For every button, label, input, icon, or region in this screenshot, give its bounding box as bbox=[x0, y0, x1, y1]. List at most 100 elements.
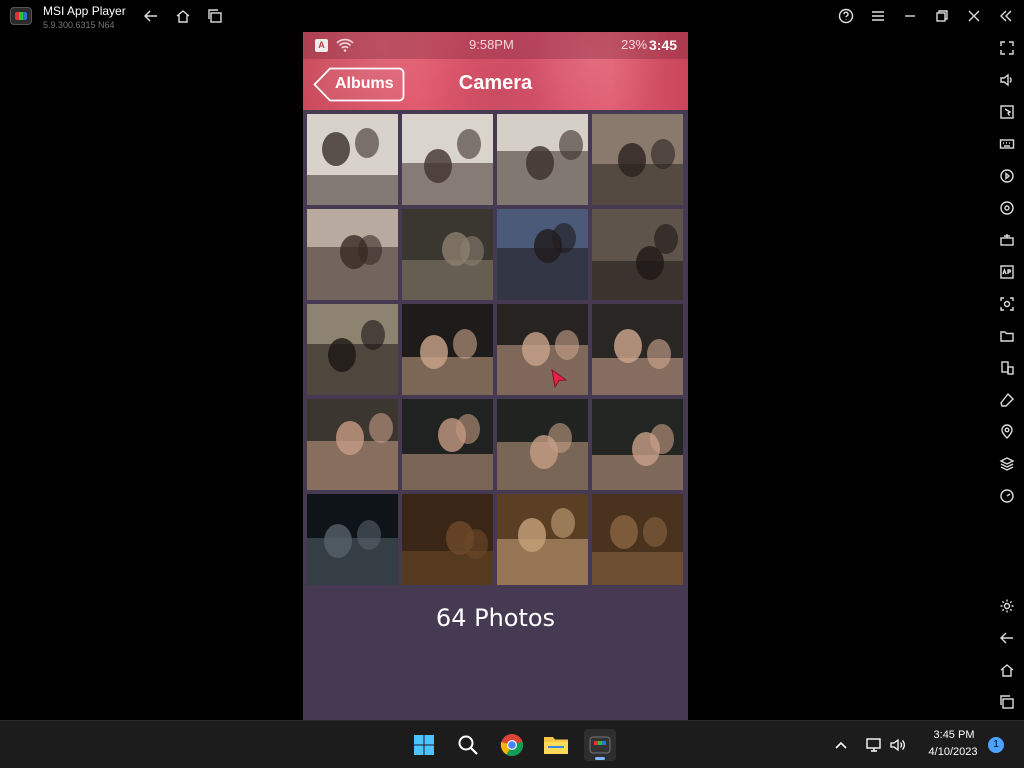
photo-shadow bbox=[402, 260, 493, 300]
photo-subject bbox=[358, 235, 382, 265]
folder-icon[interactable] bbox=[997, 326, 1017, 346]
photo-thumbnail[interactable] bbox=[497, 209, 588, 300]
msi-app-player-taskbar-icon[interactable] bbox=[584, 729, 616, 761]
android-recents-icon[interactable] bbox=[997, 692, 1017, 712]
menu-icon[interactable] bbox=[866, 4, 890, 28]
photo-thumbnail[interactable] bbox=[307, 209, 398, 300]
photo-thumbnail[interactable] bbox=[402, 494, 493, 585]
record-icon[interactable] bbox=[997, 166, 1017, 186]
photo-thumbnail[interactable] bbox=[592, 209, 683, 300]
photo-subject bbox=[361, 320, 385, 350]
screenshot-icon[interactable] bbox=[997, 294, 1017, 314]
photo-subject bbox=[369, 413, 393, 443]
chevron-up-icon[interactable] bbox=[825, 729, 857, 761]
photo-thumbnail[interactable] bbox=[307, 304, 398, 395]
photo-thumbnail[interactable] bbox=[307, 114, 398, 205]
file-explorer-icon[interactable] bbox=[540, 729, 572, 761]
windows-start-icon[interactable] bbox=[408, 729, 440, 761]
android-back-icon[interactable] bbox=[997, 628, 1017, 648]
photo-subject bbox=[614, 329, 642, 363]
pointer-icon[interactable] bbox=[997, 102, 1017, 122]
fullscreen-icon[interactable] bbox=[997, 38, 1017, 58]
photo-subject bbox=[453, 329, 477, 359]
mouse-cursor-icon bbox=[551, 369, 567, 389]
recent-apps-icon[interactable] bbox=[203, 4, 227, 28]
app-version: 5.9.300.6315 N64 bbox=[43, 20, 115, 30]
photo-subject bbox=[610, 515, 638, 549]
close-icon[interactable] bbox=[962, 4, 986, 28]
photo-subject bbox=[551, 508, 575, 538]
title-bar: MSI App Player 5.9.300.6315 N64 bbox=[0, 0, 1024, 32]
photo-shadow bbox=[402, 357, 493, 395]
photo-subject bbox=[456, 414, 480, 444]
volume-icon[interactable] bbox=[997, 70, 1017, 90]
photo-subject bbox=[357, 520, 381, 550]
photo-subject bbox=[328, 338, 356, 372]
photo-subject bbox=[650, 424, 674, 454]
phone-screen: A 9:58PM 23% 3:45 Albums Camera 64 Photo… bbox=[303, 32, 688, 720]
photo-subject bbox=[548, 423, 572, 453]
photo-thumbnail[interactable] bbox=[402, 304, 493, 395]
app-logo-icon bbox=[10, 7, 32, 25]
photo-thumbnail[interactable] bbox=[592, 494, 683, 585]
photo-subject bbox=[552, 223, 576, 253]
notification-a-icon: A bbox=[315, 39, 328, 52]
photo-subject bbox=[643, 517, 667, 547]
photo-shadow bbox=[307, 538, 398, 585]
photo-thumbnail[interactable] bbox=[497, 114, 588, 205]
photo-subject bbox=[336, 421, 364, 455]
wifi-icon bbox=[336, 37, 354, 53]
photo-subject bbox=[618, 143, 646, 177]
location-icon[interactable] bbox=[997, 422, 1017, 442]
photo-shadow bbox=[307, 175, 398, 205]
photo-thumbnail[interactable] bbox=[402, 209, 493, 300]
notification-badge[interactable]: 1 bbox=[988, 737, 1004, 753]
macro-icon[interactable] bbox=[997, 198, 1017, 218]
multi-instance-icon[interactable] bbox=[997, 358, 1017, 378]
clock-date[interactable]: 4/10/2023 bbox=[918, 746, 988, 758]
chrome-icon[interactable] bbox=[496, 729, 528, 761]
home-icon[interactable] bbox=[171, 4, 195, 28]
photo-thumbnail[interactable] bbox=[592, 114, 683, 205]
photo-count: 64 Photos bbox=[435, 604, 556, 632]
performance-icon[interactable] bbox=[997, 486, 1017, 506]
photo-shadow bbox=[402, 454, 493, 490]
android-home-icon[interactable] bbox=[997, 660, 1017, 680]
help-icon[interactable] bbox=[834, 4, 858, 28]
gamepad-icon[interactable] bbox=[997, 230, 1017, 250]
photo-thumbnail[interactable] bbox=[402, 114, 493, 205]
windows-taskbar: 3:45 PM 4/10/2023 bbox=[0, 720, 1024, 768]
collapse-sidebar-icon[interactable] bbox=[994, 4, 1018, 28]
photo-subject bbox=[522, 332, 550, 366]
keyboard-icon[interactable] bbox=[997, 134, 1017, 154]
eraser-icon[interactable] bbox=[997, 390, 1017, 410]
photo-subject bbox=[420, 335, 448, 369]
photo-thumbnail[interactable] bbox=[497, 399, 588, 490]
back-arrow-icon[interactable] bbox=[139, 4, 163, 28]
photo-thumbnail[interactable] bbox=[307, 494, 398, 585]
photo-shadow bbox=[592, 358, 683, 395]
minimize-icon[interactable] bbox=[898, 4, 922, 28]
photo-thumbnail[interactable] bbox=[592, 399, 683, 490]
speaker-icon[interactable] bbox=[882, 729, 914, 761]
clock-time[interactable]: 3:45 PM bbox=[922, 729, 986, 741]
photo-subject bbox=[654, 224, 678, 254]
settings-gear-icon[interactable] bbox=[997, 596, 1017, 616]
emulator-window: MSI App Player 5.9.300.6315 N64 A 9:58PM… bbox=[0, 0, 1024, 768]
photo-subject bbox=[647, 339, 671, 369]
layers-icon[interactable] bbox=[997, 454, 1017, 474]
photo-subject bbox=[526, 146, 554, 180]
search-icon[interactable] bbox=[452, 729, 484, 761]
restore-icon[interactable] bbox=[930, 4, 954, 28]
photo-thumbnail[interactable] bbox=[307, 399, 398, 490]
photo-grid bbox=[307, 114, 685, 585]
status-bar: A 9:58PM 23% 3:45 bbox=[303, 32, 688, 59]
battery-level: 23% bbox=[621, 37, 648, 52]
photo-subject bbox=[651, 139, 675, 169]
photo-thumbnail[interactable] bbox=[402, 399, 493, 490]
photo-thumbnail[interactable] bbox=[592, 304, 683, 395]
photo-thumbnail[interactable] bbox=[497, 304, 588, 395]
photo-thumbnail[interactable] bbox=[497, 494, 588, 585]
apk-icon[interactable] bbox=[997, 262, 1017, 282]
photo-subject bbox=[555, 330, 579, 360]
